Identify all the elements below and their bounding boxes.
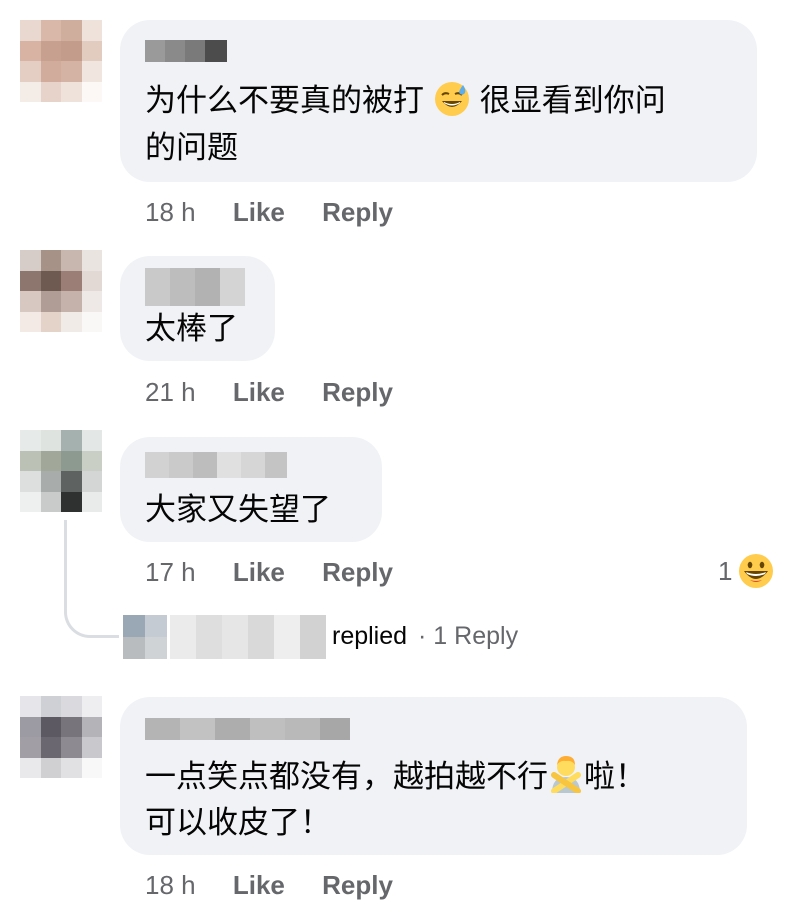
- commenter-name-redacted[interactable]: [145, 40, 227, 62]
- replier-avatar[interactable]: [123, 615, 167, 659]
- reaction-count: 1: [718, 555, 733, 586]
- commenter-name-redacted[interactable]: [145, 718, 350, 740]
- comment-text: 大家又失望了: [145, 492, 331, 528]
- commenter-name-redacted[interactable]: [145, 452, 287, 478]
- commenter-avatar[interactable]: [20, 20, 102, 102]
- like-button[interactable]: Like: [233, 197, 285, 227]
- comment-text: 太棒了: [145, 311, 238, 347]
- reply-thread-connector: [64, 520, 119, 638]
- replies-summary[interactable]: replied · 1 Reply: [332, 622, 518, 651]
- comment-timestamp[interactable]: 17 h: [145, 557, 196, 587]
- like-button[interactable]: Like: [233, 557, 285, 587]
- commenter-avatar[interactable]: [20, 250, 102, 332]
- commenter-avatar[interactable]: [20, 696, 102, 778]
- like-button[interactable]: Like: [233, 870, 285, 900]
- comment-timestamp[interactable]: 21 h: [145, 377, 196, 407]
- comment-text: 一点笑点都没有，越拍越不行 啦！: [145, 753, 646, 800]
- grinning-face-emoji: [739, 554, 774, 588]
- comment-meta: 18 h Like Reply: [145, 197, 393, 228]
- replier-name-redacted[interactable]: [170, 615, 326, 659]
- comment-meta: 18 h Like Reply: [145, 870, 393, 901]
- person-gesturing-no-emoji: [551, 756, 581, 793]
- reply-separator: ·: [418, 622, 427, 650]
- reply-button[interactable]: Reply: [322, 377, 393, 407]
- view-replies-link[interactable]: 1 Reply: [433, 622, 518, 650]
- commenter-name-redacted[interactable]: [145, 268, 245, 306]
- comment-timestamp[interactable]: 18 h: [145, 870, 196, 900]
- replied-label: replied: [332, 622, 408, 650]
- reply-button[interactable]: Reply: [322, 557, 393, 587]
- reaction-summary[interactable]: 1: [718, 553, 774, 589]
- like-button[interactable]: Like: [233, 377, 285, 407]
- comment-text: 为什么不要真的被打 很显看到你问: [145, 82, 666, 119]
- commenter-avatar[interactable]: [20, 430, 102, 512]
- sweat-smile-emoji: [434, 82, 469, 116]
- comment-meta: 17 h Like Reply: [145, 557, 393, 588]
- comment-text: 可以收皮了！: [145, 805, 331, 841]
- reply-button[interactable]: Reply: [322, 870, 393, 900]
- comment-timestamp[interactable]: 18 h: [145, 197, 196, 227]
- comment-text: 的问题: [145, 130, 238, 166]
- comment-meta: 21 h Like Reply: [145, 377, 393, 408]
- reply-button[interactable]: Reply: [322, 197, 393, 227]
